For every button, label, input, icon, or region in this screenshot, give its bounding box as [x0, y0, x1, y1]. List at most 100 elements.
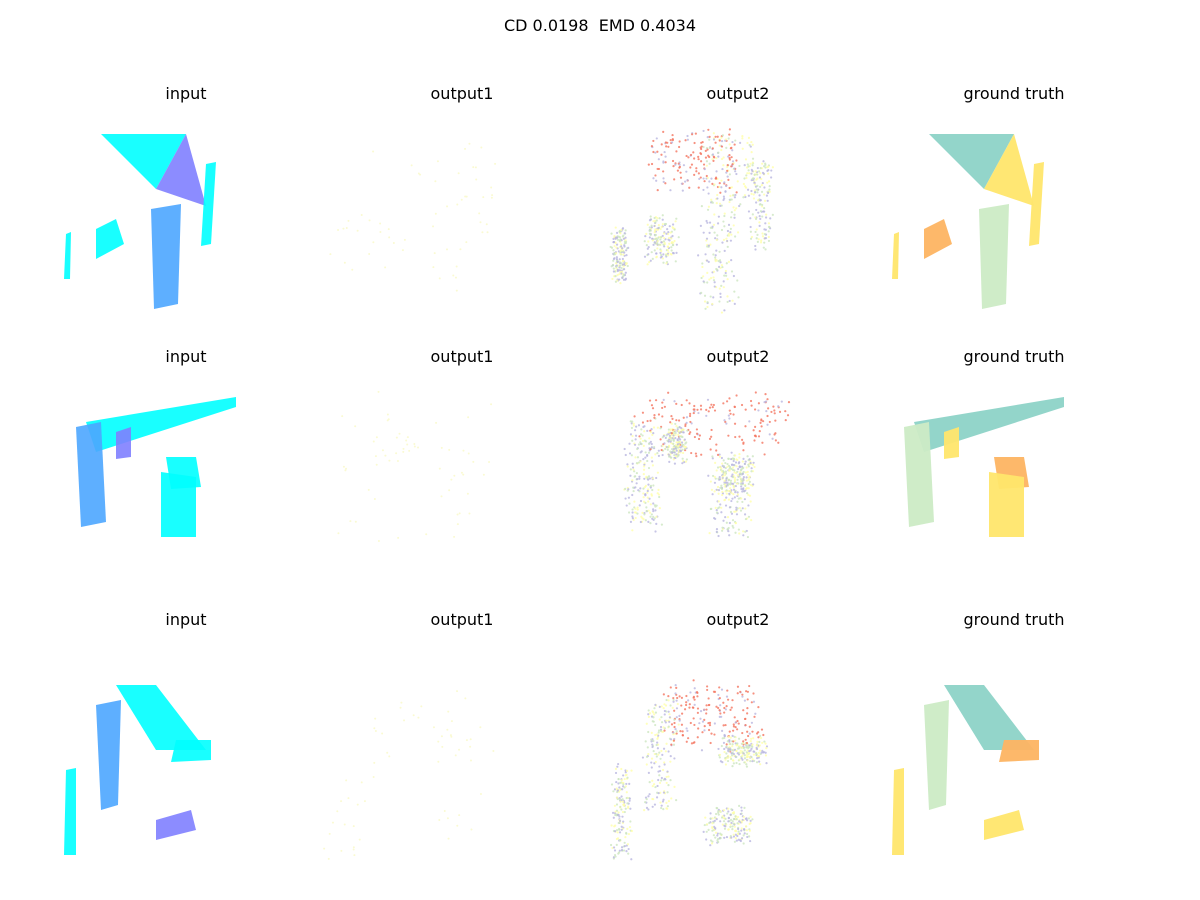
output2-point [742, 534, 745, 537]
output2-point [746, 755, 749, 759]
output2-point [707, 410, 710, 413]
output2-point [719, 820, 722, 823]
output2-point [736, 832, 740, 835]
output2-point [749, 819, 752, 822]
output2-point [621, 247, 624, 250]
output2-point [745, 745, 748, 748]
output2-point [696, 408, 699, 411]
output2-point [767, 169, 770, 172]
output2-point [733, 405, 736, 409]
output2-point [631, 517, 634, 520]
output2-point [681, 462, 684, 465]
output2-point [714, 141, 717, 144]
output2-point [640, 442, 643, 446]
output2-point [747, 165, 750, 168]
output2-point [725, 422, 728, 425]
output1-point [377, 390, 380, 393]
output2-point [708, 135, 711, 138]
output1-point [456, 824, 459, 827]
panel-1-2: output1 [329, 84, 592, 334]
output2-point [627, 847, 630, 851]
output2-point [656, 471, 660, 474]
output2-point [767, 165, 770, 168]
output2-point [737, 467, 740, 471]
output2-point [663, 442, 666, 445]
output2-point [718, 182, 721, 185]
output2-point [746, 473, 749, 476]
output2-point [678, 695, 681, 698]
output2-point [644, 801, 647, 804]
output2-point [660, 153, 663, 156]
output2-point [731, 749, 734, 752]
output2-point [708, 221, 712, 224]
output2-point [708, 162, 711, 165]
output2-point [710, 200, 713, 203]
output2-point [715, 449, 718, 452]
output2-point [726, 245, 729, 248]
panel-1-3: output2 [608, 84, 868, 334]
output2-point [646, 454, 649, 457]
output2-point [725, 171, 728, 174]
output1-point [328, 832, 331, 835]
output2-point [614, 855, 617, 858]
output2-point [774, 439, 777, 442]
output2-point [663, 703, 666, 706]
output2-point [737, 737, 741, 740]
output2-point [714, 836, 717, 839]
output2-point [634, 486, 637, 489]
output2-point [740, 806, 743, 809]
output2-point [659, 227, 662, 231]
output2-point [705, 712, 708, 715]
output2-point [719, 810, 722, 813]
output2-point [741, 507, 744, 510]
output2-point [624, 487, 627, 491]
output2-point [731, 473, 734, 476]
output2-point [623, 267, 626, 271]
output2-point [750, 192, 753, 195]
output2-point [761, 741, 764, 744]
output2-point [730, 706, 733, 709]
output2-point [690, 451, 693, 455]
output2-point [659, 427, 662, 430]
output2-point [631, 466, 635, 469]
output2-point [621, 227, 625, 230]
output2-point [624, 271, 627, 274]
output1-point [406, 443, 409, 446]
output2-point [657, 449, 660, 452]
output2-point [614, 771, 618, 775]
output2-point [621, 798, 624, 801]
output2-point [715, 156, 718, 160]
output1-point-cloud [323, 690, 495, 860]
output2-point [722, 156, 725, 159]
output2-point [764, 248, 767, 251]
output2-point [726, 756, 729, 759]
output2-point [619, 800, 622, 803]
output2-point [745, 751, 748, 754]
ground-truth-part [914, 397, 1064, 452]
output2-point [716, 222, 720, 225]
output2-point [649, 515, 652, 518]
output2-point [631, 462, 634, 465]
output2-point [731, 825, 734, 828]
output1-point [446, 248, 449, 251]
output2-point [701, 265, 704, 269]
output2-point [654, 723, 657, 727]
output2-point [706, 688, 709, 692]
output2-point [619, 788, 622, 791]
output2-point [676, 438, 679, 441]
output2-point [727, 810, 730, 813]
output2-point [653, 517, 656, 520]
output2-point [690, 163, 694, 166]
output2-point [639, 460, 642, 463]
output2-point [750, 470, 753, 473]
output2-point [767, 172, 770, 175]
output2-point [623, 786, 626, 789]
output2-point [713, 819, 716, 822]
output2-point [760, 751, 763, 754]
output2-point [763, 241, 766, 244]
output2-point [746, 698, 749, 701]
output2-point [723, 181, 726, 184]
output2-point [668, 720, 671, 723]
output2-point [624, 239, 627, 242]
output2-point [675, 441, 678, 444]
